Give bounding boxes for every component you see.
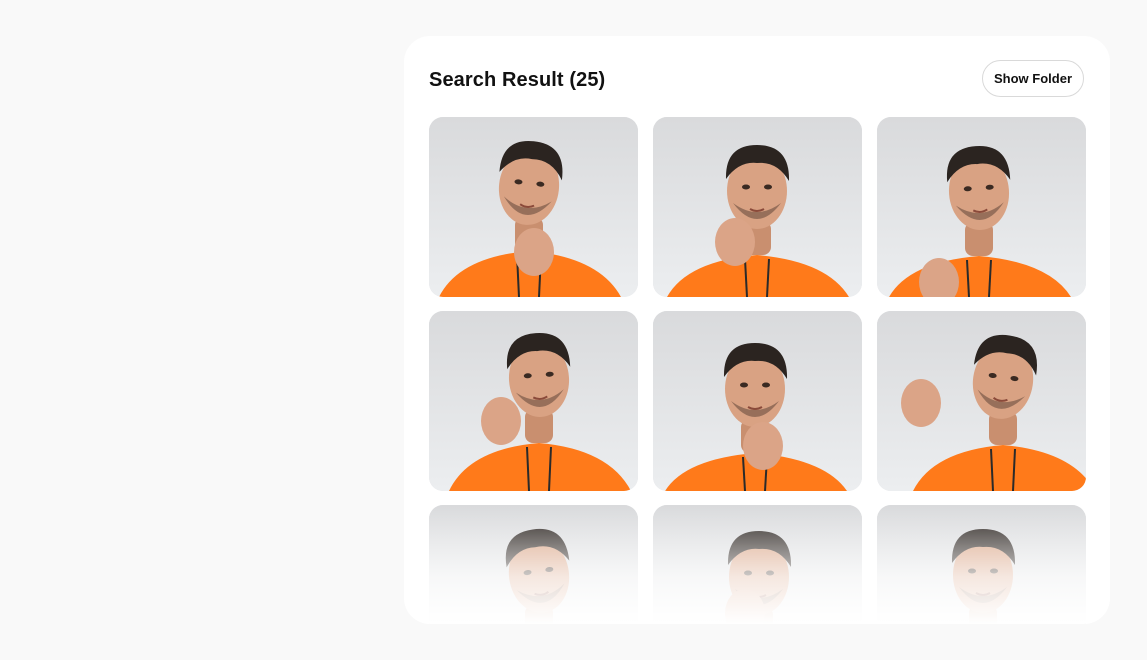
person-photo xyxy=(877,505,1086,624)
person-photo xyxy=(653,117,862,297)
result-image[interactable] xyxy=(429,505,638,624)
person-photo xyxy=(877,117,1086,297)
result-image[interactable] xyxy=(653,505,862,624)
result-image[interactable] xyxy=(653,117,862,297)
person-photo xyxy=(429,505,638,624)
result-image[interactable] xyxy=(877,311,1086,491)
person-photo xyxy=(429,117,638,297)
result-image[interactable] xyxy=(429,311,638,491)
show-folder-button[interactable]: Show Folder xyxy=(982,60,1084,97)
search-result-title: Search Result (25) xyxy=(429,69,606,91)
results-grid xyxy=(429,117,1086,624)
person-photo xyxy=(653,311,862,491)
search-results-panel: Search Result (25) Show Folder xyxy=(404,36,1110,624)
result-image[interactable] xyxy=(877,117,1086,297)
result-image[interactable] xyxy=(877,505,1086,624)
person-photo xyxy=(877,311,1086,491)
person-photo xyxy=(429,311,638,491)
person-photo xyxy=(653,505,862,624)
result-image[interactable] xyxy=(653,311,862,491)
result-image[interactable] xyxy=(429,117,638,297)
